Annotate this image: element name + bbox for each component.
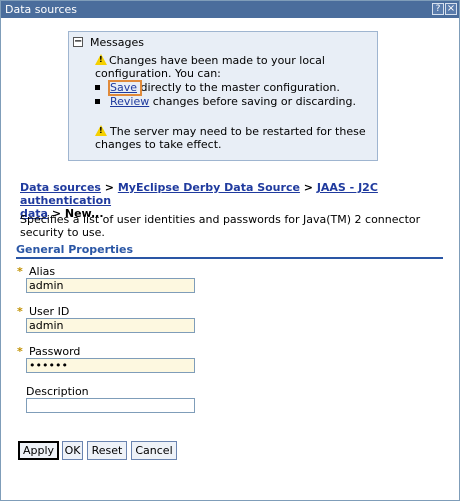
description-input[interactable] [26,398,195,413]
collapse-icon[interactable]: − [73,37,83,47]
close-icon[interactable]: × [445,3,457,15]
alias-input[interactable] [26,278,195,293]
message-line-2: configuration. You can: [95,67,221,80]
save-message-line: Save directly to the master configuratio… [110,81,340,94]
restart-message-line-2: changes to take effect. [95,138,222,151]
breadcrumb-separator: > [299,181,317,194]
restart-message-line-1: The server may need to be restarted for … [110,125,366,138]
breadcrumb-data-sources[interactable]: Data sources [20,181,101,194]
required-icon: * [17,265,23,278]
review-message-line: Review changes before saving or discardi… [110,95,356,108]
warning-icon [95,54,107,65]
review-link[interactable]: Review [110,95,149,108]
breadcrumb-derby-data-source[interactable]: MyEclipse Derby Data Source [118,181,300,194]
window-title: Data sources [5,3,78,16]
required-icon: * [17,305,23,318]
required-icon: * [17,345,23,358]
help-icon[interactable]: ? [432,3,444,15]
data-sources-window: Data sources ? × − Messages Changes have… [0,0,460,501]
warning-icon [95,125,107,136]
window-titlebar: Data sources ? × [1,1,459,18]
reset-button[interactable]: Reset [87,441,127,460]
bullet-icon [95,85,100,90]
description-label: Description [26,385,89,398]
alias-label: Alias [29,265,56,278]
password-input[interactable] [26,358,195,373]
ok-button[interactable]: OK [62,441,83,460]
breadcrumb-separator: > [100,181,118,194]
messages-title: Messages [90,36,144,49]
messages-panel: − Messages Changes have been made to you… [68,31,378,161]
apply-button[interactable]: Apply [18,441,59,460]
cancel-button[interactable]: Cancel [131,441,177,460]
page-description: Specifies a list of user identities and … [20,213,421,239]
userid-input[interactable] [26,318,195,333]
userid-label: User ID [29,305,70,318]
save-highlight-box [108,80,142,96]
bullet-icon [95,99,100,104]
section-title: General Properties [16,243,443,259]
review-message-text: changes before saving or discarding. [149,95,356,108]
password-label: Password [29,345,81,358]
message-line-1: Changes have been made to your local [109,54,325,67]
save-message-text: directly to the master configuration. [137,81,340,94]
